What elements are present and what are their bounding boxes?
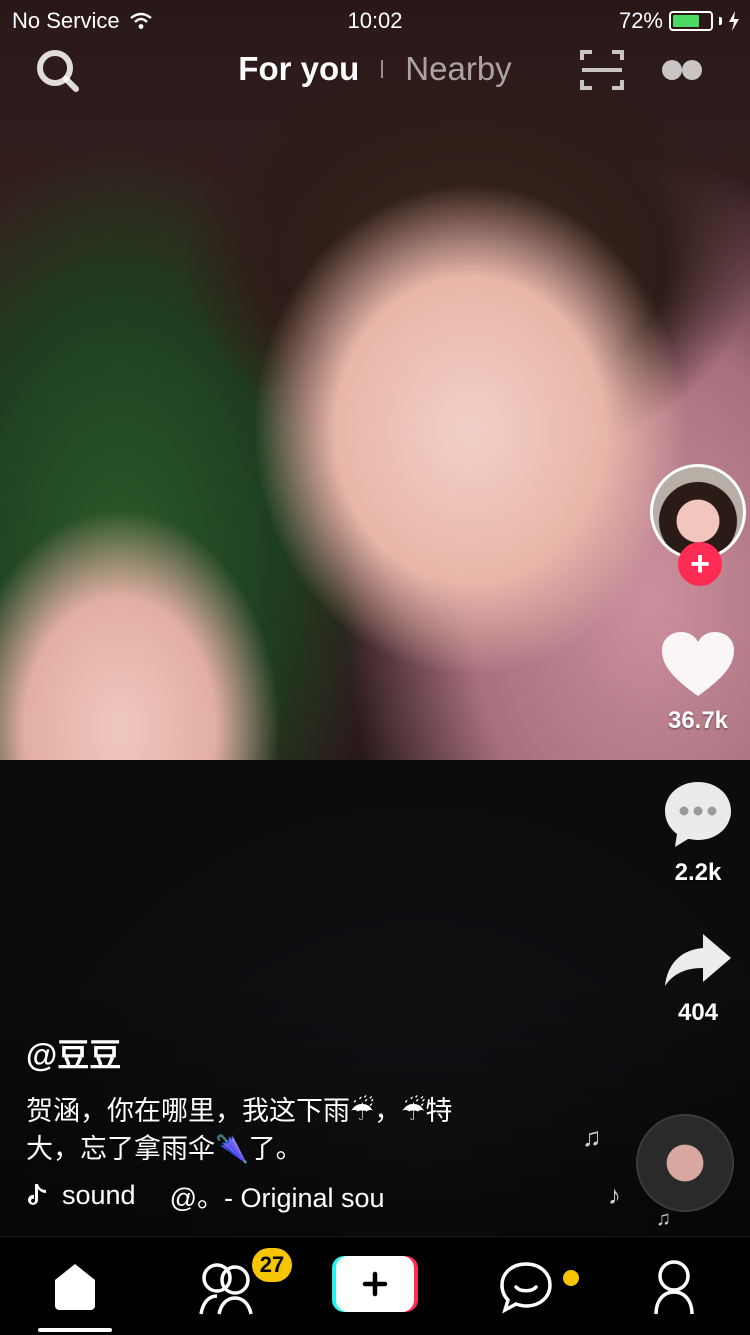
- inbox-icon[interactable]: [496, 1256, 556, 1316]
- share-arrow-icon: [665, 934, 731, 986]
- sound-label: sound: [62, 1180, 136, 1210]
- plus-icon: +: [690, 544, 710, 583]
- inbox-unread-dot: [563, 1270, 579, 1286]
- top-nav: For you Nearby: [0, 40, 750, 104]
- share-count: 404: [677, 999, 719, 1026]
- floating-note-icon: ♫: [582, 1122, 602, 1152]
- share-button[interactable]: 404: [658, 930, 738, 1027]
- battery-icon: [669, 11, 713, 31]
- comment-icon: [665, 782, 731, 847]
- comment-button[interactable]: 2.2k: [658, 778, 738, 887]
- tab-for-you[interactable]: For you: [238, 50, 359, 88]
- home-icon[interactable]: [45, 1256, 105, 1316]
- caption-text: 贺涵，你在哪里，我这下雨☔，☔特 大，忘了拿雨伞🌂了。: [26, 1092, 566, 1168]
- battery-percent: 72%: [618, 8, 663, 33]
- like-count: 36.7k: [667, 707, 729, 734]
- scan-icon[interactable]: [578, 46, 626, 94]
- notification-badge: 27: [252, 1248, 292, 1282]
- post-caption: @豆豆 贺涵，你在哪里，我这下雨☔，☔特 大，忘了拿雨伞🌂了。: [26, 1030, 566, 1168]
- comment-count: 2.2k: [674, 859, 722, 886]
- battery-fill: [673, 15, 699, 27]
- feed-tabs: For you Nearby: [0, 50, 750, 88]
- follow-button[interactable]: +: [678, 542, 722, 586]
- friends-icon[interactable]: [195, 1258, 255, 1318]
- tab-nearby[interactable]: Nearby: [405, 50, 511, 88]
- charging-bolt-icon: [729, 11, 739, 31]
- battery-cap: [719, 17, 722, 25]
- sound-track: @。- Original sou: [169, 1183, 385, 1213]
- status-bar: No Service 10:02 72%: [0, 0, 750, 40]
- floating-note-icon: ♫: [656, 1208, 671, 1230]
- live-icon[interactable]: [658, 46, 706, 94]
- sound-row[interactable]: sound @。- Original sou: [26, 1176, 426, 1215]
- tab-divider: [381, 60, 384, 78]
- create-button[interactable]: [332, 1256, 418, 1312]
- profile-icon[interactable]: [644, 1256, 704, 1316]
- status-right: 72%: [619, 8, 740, 34]
- home-active-indicator: [38, 1328, 112, 1332]
- caption-line-2: 大，忘了拿雨伞🌂了。: [26, 1134, 303, 1164]
- caption-line-1: 贺涵，你在哪里，我这下雨☔，☔特: [26, 1096, 453, 1126]
- author-username[interactable]: @豆豆: [26, 1030, 566, 1076]
- like-button[interactable]: 36.7k: [658, 630, 738, 735]
- heart-icon: [662, 632, 734, 696]
- music-disc[interactable]: [636, 1114, 734, 1212]
- tiktok-note-icon: [28, 1183, 46, 1205]
- floating-note-icon: ♪: [608, 1180, 621, 1210]
